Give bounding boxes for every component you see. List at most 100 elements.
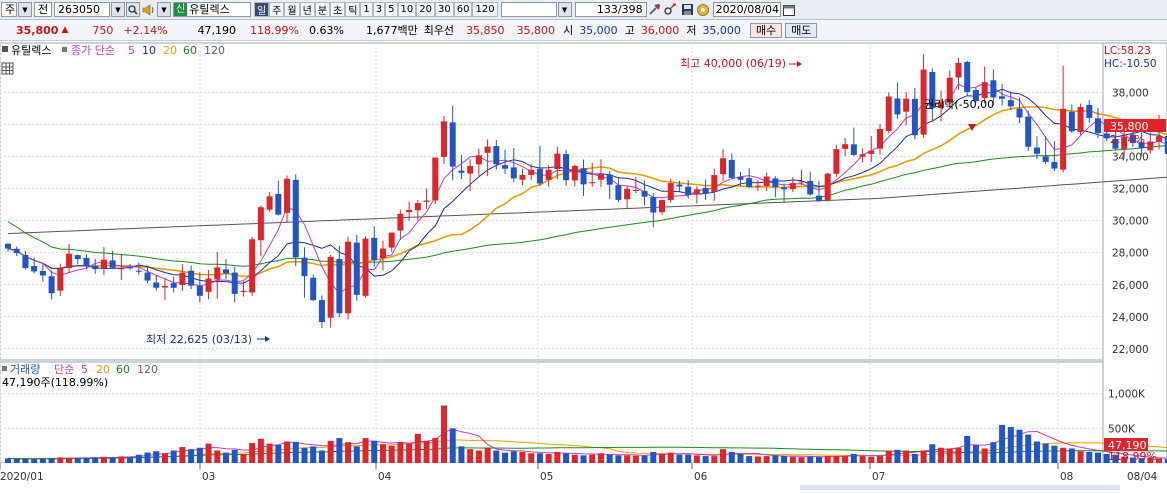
- code-dropdown-icon[interactable]: ▼: [111, 2, 125, 17]
- volume-bar: [388, 445, 395, 463]
- price-tick-label: 38,000: [1112, 88, 1149, 100]
- period-tab-7[interactable]: 1: [360, 2, 373, 17]
- volume-bar: [650, 451, 657, 463]
- volume-bar: [868, 456, 875, 463]
- candle-body: [868, 150, 875, 154]
- price-tick-label: 24,000: [1112, 312, 1149, 324]
- stock-code-input[interactable]: 263050: [54, 2, 110, 17]
- volume-bar: [1068, 448, 1075, 463]
- calendar-icon[interactable]: [782, 2, 797, 17]
- volume-bar: [667, 452, 674, 463]
- volume-bar: [249, 442, 256, 463]
- period-tab-12[interactable]: 30: [435, 2, 454, 17]
- price-change-pct: +2.14%: [123, 23, 168, 37]
- volume-bar: [702, 456, 709, 463]
- volume-bar: [74, 458, 81, 463]
- volume-bar: [554, 451, 561, 463]
- candle-body: [362, 238, 369, 296]
- period-dropdown-icon[interactable]: ▼: [557, 2, 572, 17]
- last-pct-label: 2.14%: [1110, 133, 1145, 146]
- candle-body: [1095, 118, 1101, 134]
- volume-legend-ma-label: 단순: [54, 363, 74, 376]
- candle-body: [519, 175, 526, 180]
- candle-body: [1051, 161, 1058, 169]
- prev-stock-button[interactable]: 전: [34, 2, 52, 17]
- date-field[interactable]: 2020/08/04: [712, 2, 781, 17]
- volume-bar: [754, 456, 761, 463]
- speaker-dropdown-icon[interactable]: ▼: [157, 2, 171, 17]
- volume-bar: [938, 447, 945, 463]
- candle-body: [903, 98, 910, 112]
- candle-body: [580, 168, 587, 185]
- candle-body: [449, 122, 456, 167]
- candle-body: [432, 157, 439, 201]
- volume-bar: [31, 459, 38, 463]
- volume-bar: [911, 453, 918, 463]
- candle-body: [528, 169, 535, 175]
- custom-period-input[interactable]: [500, 2, 557, 17]
- period-tab-6[interactable]: 틱: [345, 2, 361, 17]
- stock-name-field[interactable]: 신 유틸렉스: [173, 2, 251, 17]
- candle-body: [737, 177, 744, 180]
- period-tab-3[interactable]: 년: [299, 2, 315, 17]
- tools-icon[interactable]: [648, 2, 663, 17]
- quote-bar: 35,800 ▲ 750 +2.14% 47,190 118.99% 0.63%…: [0, 20, 1167, 41]
- table-view-icon[interactable]: [1, 62, 14, 75]
- settings-icon[interactable]: [696, 2, 711, 17]
- volume-bar: [999, 424, 1006, 463]
- period-tab-4[interactable]: 분: [314, 2, 331, 17]
- candle-body: [275, 193, 282, 215]
- candle-body: [641, 190, 648, 197]
- sell-button[interactable]: 매도: [785, 22, 818, 38]
- volume-bar: [423, 440, 430, 463]
- period-tab-1[interactable]: 주: [269, 2, 285, 17]
- buy-button[interactable]: 매수: [749, 22, 783, 38]
- volume-bar: [214, 450, 221, 463]
- link-icon[interactable]: [664, 2, 679, 17]
- chart-type-dropdown-icon[interactable]: ▼: [18, 2, 32, 17]
- period-tab-10[interactable]: 10: [397, 2, 417, 17]
- volume-bar: [1060, 447, 1067, 463]
- candle-body: [667, 183, 674, 201]
- current-price: 35,800: [16, 23, 59, 37]
- chart-toolbar: 주 ▼ 전 263050 ▼ ▼ 신 유틸렉스 일 주 월 년 분 초 틱 1 3 5 10 20 30…: [0, 0, 1167, 20]
- candle-body: [789, 183, 796, 190]
- candle-body: [414, 203, 421, 211]
- search-icon[interactable]: [126, 2, 140, 17]
- candle-body: [1086, 104, 1093, 118]
- volume-bar: [22, 458, 29, 463]
- high-price: 36,000: [640, 23, 680, 37]
- up-arrow-icon: ▲: [61, 25, 69, 35]
- volume-bar: [972, 444, 979, 463]
- volume-bar: [196, 447, 203, 463]
- period-tab-14[interactable]: 120: [472, 2, 498, 17]
- candle-body: [57, 268, 64, 291]
- volume-bar: [659, 453, 665, 463]
- volume-bar: [1086, 451, 1093, 463]
- legend-ma20: 20: [163, 44, 177, 57]
- candle-body: [100, 259, 107, 269]
- period-tab-11[interactable]: 20: [416, 2, 436, 17]
- save-icon[interactable]: [680, 2, 695, 17]
- x-tick-label: 06: [694, 471, 708, 483]
- candle-body: [1077, 107, 1084, 132]
- period-tab-13[interactable]: 60: [453, 2, 473, 17]
- price-change: 750: [92, 23, 114, 37]
- volume-bar: [301, 447, 308, 463]
- candle-body: [153, 282, 160, 288]
- volume-legend-marker-icon: [2, 366, 7, 371]
- x-tick-label: 07: [872, 471, 885, 483]
- candle-body: [467, 165, 474, 174]
- candle-body: [336, 258, 343, 314]
- volume-bar: [885, 450, 892, 463]
- data-count-field[interactable]: 133/398: [574, 2, 647, 17]
- period-tab-2[interactable]: 월: [284, 2, 300, 17]
- chart-type-select[interactable]: 주: [1, 2, 17, 17]
- period-tab-0[interactable]: 일: [254, 2, 270, 17]
- chart-scrollbar[interactable]: [800, 485, 1120, 490]
- period-tab-9[interactable]: 5: [385, 2, 398, 17]
- speaker-icon[interactable]: [141, 2, 156, 17]
- volume-bar: [815, 456, 822, 463]
- period-tab-8[interactable]: 3: [372, 2, 386, 17]
- period-tab-5[interactable]: 초: [330, 2, 346, 17]
